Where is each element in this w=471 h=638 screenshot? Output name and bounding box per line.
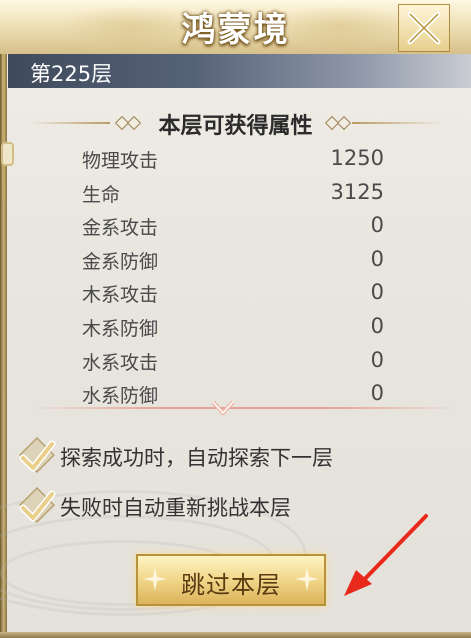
attribute-value: 0	[370, 280, 384, 305]
checkmark-icon[interactable]	[14, 486, 58, 528]
attribute-name: 木系攻击	[82, 284, 159, 307]
attribute-name: 金系攻击	[82, 217, 159, 240]
attribute-value: 3125	[330, 179, 384, 204]
attribute-list: 物理攻击 1250 生命 3125 金系攻击 0 金系防御 0 木系攻击 0 木…	[78, 144, 388, 413]
attribute-value: 1250	[330, 146, 384, 170]
attribute-row: 水系攻击 0	[78, 346, 388, 380]
frame-bottom-border	[0, 632, 471, 638]
level-bar: 第225层	[8, 54, 471, 88]
attribute-row: 金系攻击 0	[78, 211, 388, 245]
attributes-section-header: 本层可获得属性	[0, 108, 471, 139]
decor-rope-knot	[1, 142, 14, 166]
attribute-name: 水系防御	[82, 385, 159, 408]
attribute-name: 水系攻击	[82, 351, 159, 374]
level-label: 第225层	[30, 62, 113, 86]
attribute-row: 木系攻击 0	[78, 278, 388, 312]
red-arrow-icon	[344, 514, 428, 596]
attribute-name: 木系防御	[82, 317, 159, 340]
close-button[interactable]	[398, 4, 450, 52]
attribute-value: 0	[370, 246, 384, 271]
attribute-value: 0	[370, 313, 384, 338]
section-line-right	[352, 122, 442, 124]
auto-next-label: 探索成功时，自动探索下一层	[60, 446, 333, 470]
attributes-section-title: 本层可获得属性	[158, 114, 313, 139]
attribute-name: 物理攻击	[82, 150, 159, 172]
attribute-name: 金系防御	[82, 250, 159, 273]
attribute-row: 金系防御 0	[78, 245, 388, 279]
skip-level-button[interactable]: 跳过本层	[136, 554, 326, 606]
checkmark-icon[interactable]	[14, 436, 58, 478]
attribute-row: 物理攻击 1250	[78, 144, 388, 178]
attribute-value: 0	[370, 213, 384, 238]
attribute-value: 0	[370, 347, 384, 372]
attribute-row: 木系防御 0	[78, 312, 388, 346]
chevron-down-icon[interactable]	[210, 396, 236, 422]
attribute-row: 生命 3125	[78, 178, 388, 212]
attribute-value: 0	[370, 381, 384, 406]
dialog-panel: 鸿蒙境 第225层 本层可获得属性 物理攻击 1250 生命 3125 金系攻击	[0, 0, 471, 638]
close-icon	[407, 11, 441, 45]
scroll-divider	[30, 407, 460, 409]
attribute-name: 生命	[82, 183, 121, 206]
sparkle-icon	[295, 567, 319, 591]
auto-retry-label: 失败时自动重新挑战本层	[60, 496, 291, 520]
